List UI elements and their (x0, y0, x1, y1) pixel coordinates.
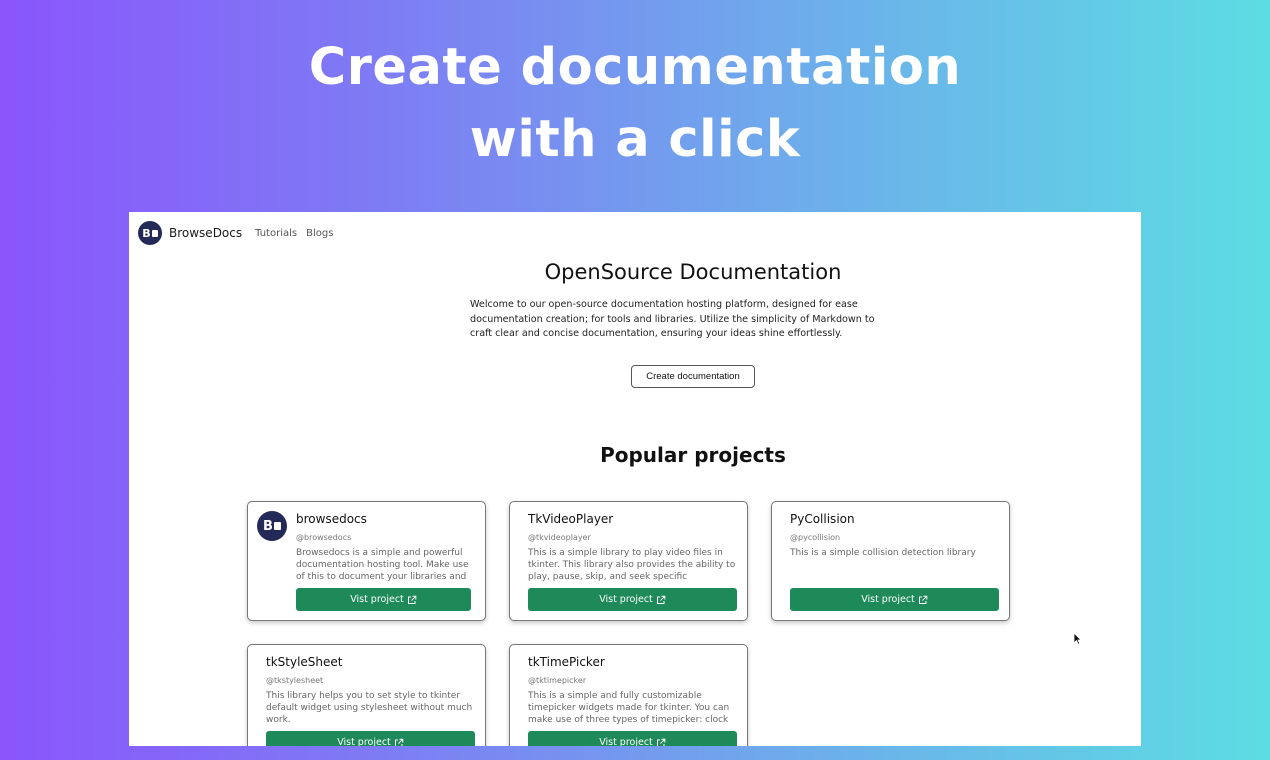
visit-project-label: Vist project (350, 594, 404, 605)
visit-project-button[interactable]: Vist project (528, 588, 737, 611)
hero-title-line2: with a click (469, 110, 801, 169)
external-link-icon (407, 595, 417, 604)
project-card-pycollision[interactable]: PyCollision @pycollision This is a simpl… (771, 501, 1010, 621)
project-title[interactable]: TkVideoPlayer (528, 512, 613, 526)
browsedocs-logo-icon[interactable]: B (138, 221, 162, 245)
project-description: This is a simple library to play video f… (528, 548, 736, 582)
mouse-cursor-icon (1073, 632, 1082, 645)
nav-link-blogs[interactable]: Blogs (306, 228, 333, 239)
project-title[interactable]: browsedocs (296, 512, 367, 526)
external-link-icon (918, 595, 928, 604)
project-card-browsedocs[interactable]: B browsedocs @browsedocs Browsedocs is a… (247, 501, 486, 621)
popular-projects-heading: Popular projects (600, 443, 786, 467)
hero-title: Create documentation with a click (0, 32, 1270, 176)
project-description: Browsedocs is a simple and powerful docu… (296, 548, 469, 582)
project-description: This is a simple and fully customizable … (528, 691, 730, 725)
project-title[interactable]: tkStyleSheet (266, 655, 343, 669)
project-title[interactable]: tkTimePicker (528, 655, 605, 669)
project-card-tkstylesheet[interactable]: tkStyleSheet @tkstylesheet This library … (247, 644, 486, 746)
project-handle: @tktimepicker (528, 676, 587, 685)
visit-project-button[interactable]: Vist project (296, 588, 471, 611)
app-window: B BrowseDocs Tutorials Blogs OpenSource … (129, 212, 1141, 746)
visit-project-label: Vist project (337, 737, 391, 746)
nav-link-tutorials[interactable]: Tutorials (255, 228, 297, 239)
project-handle: @tkvideoplayer (528, 533, 591, 542)
project-title[interactable]: PyCollision (790, 512, 855, 526)
project-card-tktimepicker[interactable]: tkTimePicker @tktimepicker This is a sim… (509, 644, 748, 746)
navbar: B BrowseDocs Tutorials Blogs (138, 221, 333, 245)
intro-text: Welcome to our open-source documentation… (470, 299, 875, 339)
visit-project-button[interactable]: Vist project (266, 731, 475, 746)
visit-project-button[interactable]: Vist project (790, 588, 999, 611)
visit-project-label: Vist project (599, 594, 653, 605)
page-title: OpenSource Documentation (544, 260, 842, 284)
project-description: This is a simple collision detection lib… (790, 548, 976, 558)
visit-project-label: Vist project (599, 737, 653, 746)
project-card-tkvideoplayer[interactable]: TkVideoPlayer @tkvideoplayer This is a s… (509, 501, 748, 621)
external-link-icon (394, 738, 404, 746)
project-handle: @tkstylesheet (266, 676, 324, 685)
hero-title-line1: Create documentation (308, 38, 962, 97)
external-link-icon (656, 595, 666, 604)
create-documentation-button[interactable]: Create documentation (631, 365, 755, 388)
project-handle: @browsedocs (296, 533, 352, 542)
project-description: This library helps you to set style to t… (266, 691, 473, 725)
visit-project-button[interactable]: Vist project (528, 731, 737, 746)
visit-project-label: Vist project (861, 594, 915, 605)
brand-name[interactable]: BrowseDocs (169, 226, 242, 240)
browsedocs-avatar-icon: B (257, 511, 287, 541)
project-handle: @pycollision (790, 533, 841, 542)
external-link-icon (656, 738, 666, 746)
